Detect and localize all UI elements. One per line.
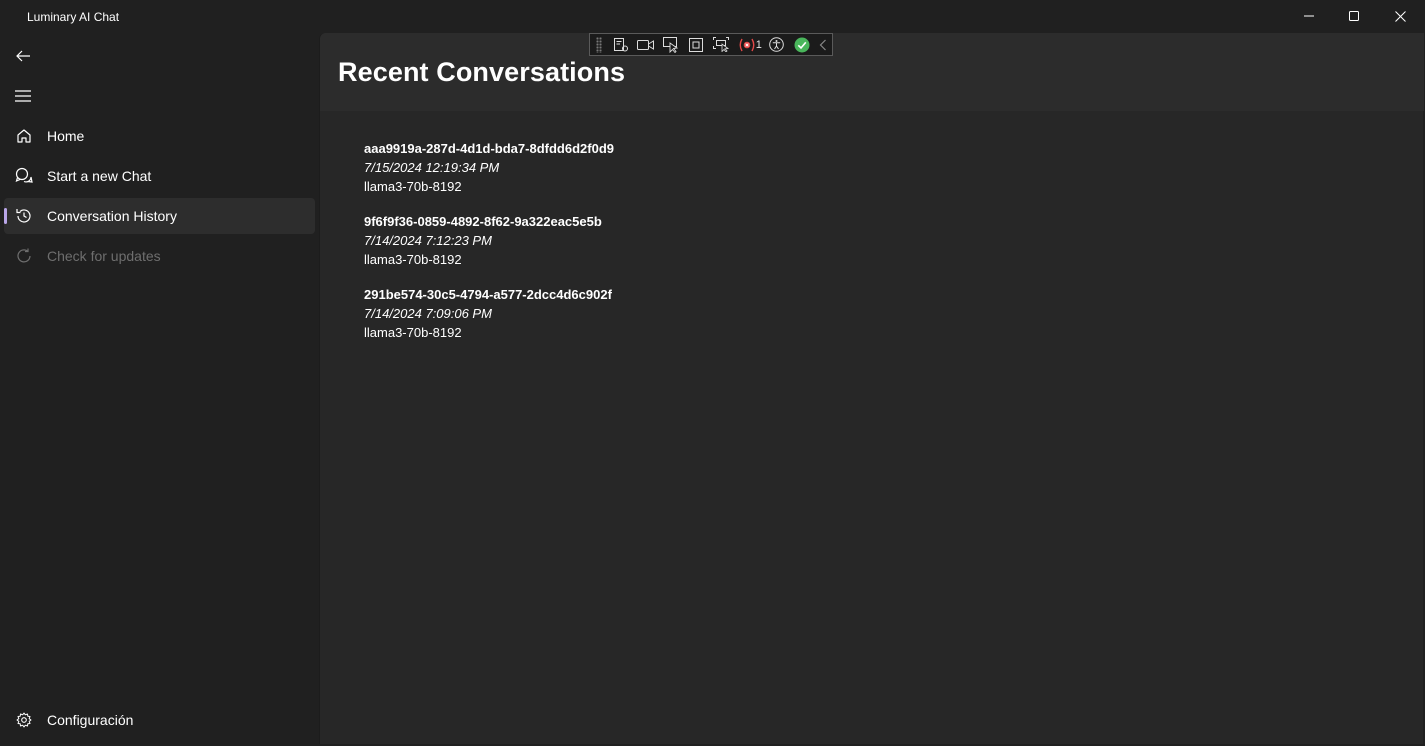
minimize-button[interactable] [1286,0,1332,32]
conversation-item[interactable]: 291be574-30c5-4794-a577-2dcc4d6c902f 7/1… [364,287,764,347]
sidebar-item-conversation-history[interactable]: Conversation History [4,198,315,234]
maximize-button[interactable] [1331,0,1377,32]
conversation-date: 7/14/2024 7:12:23 PM [364,233,492,248]
conversation-id: 291be574-30c5-4794-a577-2dcc4d6c902f [364,287,612,302]
minimize-icon [1304,15,1314,17]
back-arrow-icon [16,50,30,62]
conversation-id: 9f6f9f36-0859-4892-8f62-9a322eac5e5b [364,214,602,229]
conversation-model: llama3-70b-8192 [364,325,462,340]
app-title: Luminary AI Chat [27,10,120,24]
conversation-model: llama3-70b-8192 [364,252,462,267]
sidebar-item-check-updates[interactable]: Check for updates [4,238,315,274]
debug-toolbar: 1 [589,33,833,56]
settings-label: Configuración [47,712,134,728]
accessibility-icon [769,37,784,52]
conversation-date: 7/15/2024 12:19:34 PM [364,160,500,175]
sidebar-item-home[interactable]: Home [4,118,315,154]
track-focus-icon [713,37,730,52]
binding-failure-icon [739,38,755,51]
video-camera-icon [637,39,655,50]
history-icon [14,206,34,226]
record-button[interactable] [633,34,658,55]
check-circle-icon [794,37,810,52]
page-title: Recent Conversations [338,57,626,87]
navigation-pane: Home Start a new Chat Conversation Histo… [0,33,319,746]
conversation-date: 7/14/2024 7:09:06 PM [364,306,492,321]
binding-failure-count: 1 [755,38,762,51]
content-frame: Recent Conversations aaa9919a-287d-4d1d-… [319,33,1424,744]
layout-adorner-icon [689,37,704,52]
refresh-icon [14,246,34,266]
select-pointer-icon [663,36,679,53]
sidebar-item-label: Conversation History [47,208,177,224]
hot-reload-status-button[interactable] [789,34,814,55]
maximize-icon [1349,11,1359,21]
gear-icon [14,710,34,730]
close-button[interactable] [1377,0,1423,32]
track-focus-button[interactable] [709,34,734,55]
sidebar-item-label: Start a new Chat [47,168,152,184]
drag-handle[interactable] [596,36,602,53]
visual-tree-icon [613,37,628,51]
app-window: Luminary AI Chat Home Start a new Chat C… [0,0,1425,746]
close-icon [1394,10,1406,22]
conversation-item[interactable]: 9f6f9f36-0859-4892-8f62-9a322eac5e5b 7/1… [364,214,764,274]
page-header: Recent Conversations [320,33,1424,111]
back-button[interactable] [6,39,40,73]
accessibility-checker-button[interactable] [764,34,789,55]
select-element-button[interactable] [658,34,683,55]
chevron-left-icon [819,39,827,50]
conversation-model: llama3-70b-8192 [364,179,462,194]
sidebar-item-new-chat[interactable]: Start a new Chat [4,158,315,194]
hamburger-menu-button[interactable] [6,79,40,113]
title-bar[interactable]: Luminary AI Chat [0,0,1425,33]
selection-indicator [4,208,7,224]
hamburger-icon [15,90,31,102]
conversation-item[interactable]: aaa9919a-287d-4d1d-bda7-8dfdd6d2f0d9 7/1… [364,141,764,201]
display-layout-adorners-button[interactable] [684,34,709,55]
collapse-toolbar-button[interactable] [814,34,832,55]
sidebar-item-label: Check for updates [47,248,161,264]
home-icon [14,126,34,146]
live-visual-tree-button[interactable] [608,34,633,55]
sidebar-item-label: Home [47,128,85,144]
sidebar-item-settings[interactable]: Configuración [4,702,315,738]
chat-icon [14,166,34,186]
conversation-id: aaa9919a-287d-4d1d-bda7-8dfdd6d2f0d9 [364,141,614,156]
